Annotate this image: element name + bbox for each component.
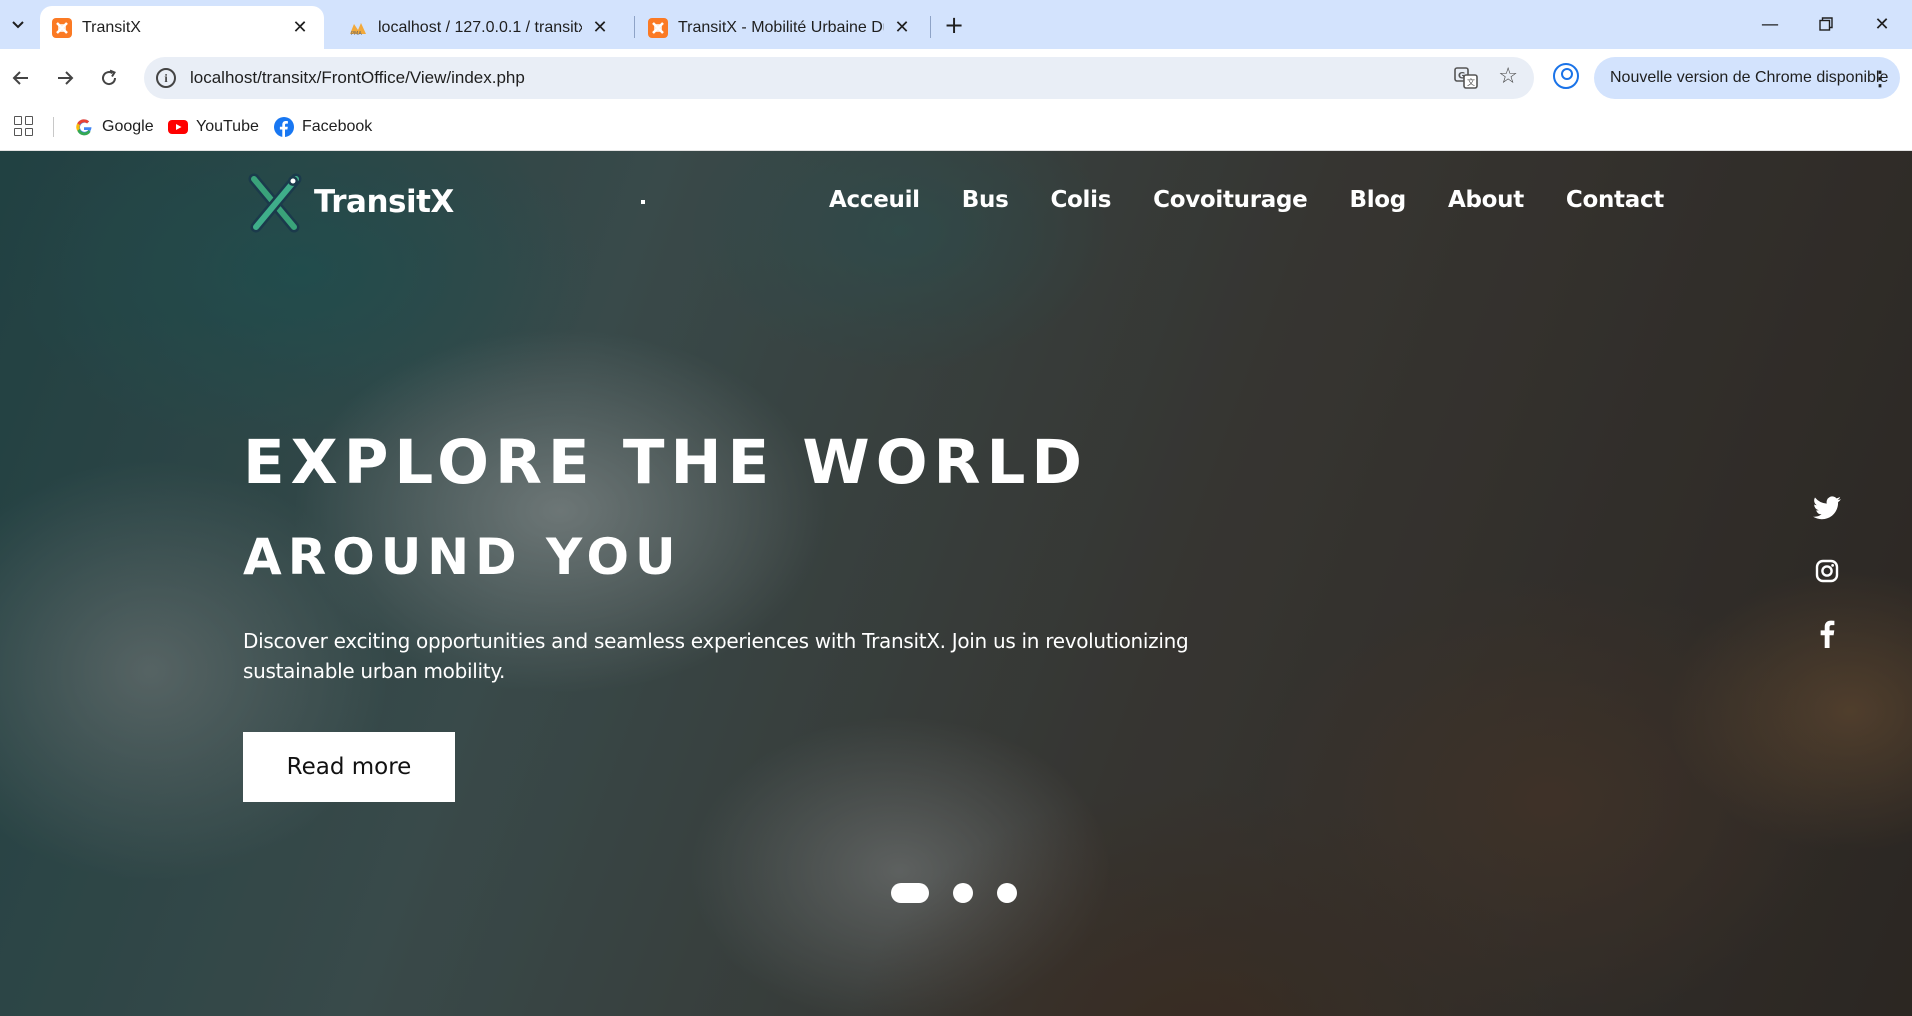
- nav-link-blog[interactable]: Blog: [1349, 187, 1406, 213]
- bookmark-label: Google: [102, 118, 154, 135]
- youtube-icon: [168, 117, 188, 137]
- bookmark-label: Facebook: [302, 118, 373, 135]
- transitx-logo-icon: [248, 173, 302, 233]
- slider-dot-2[interactable]: [953, 883, 973, 903]
- brand-link[interactable]: TransitX: [244, 171, 454, 233]
- address-bar[interactable]: i localhost/transitx/FrontOffice/View/in…: [144, 57, 1534, 99]
- tab-close-icon[interactable]: ✕: [892, 17, 912, 38]
- bookmark-star-icon[interactable]: ☆: [1498, 64, 1518, 89]
- forward-icon[interactable]: [50, 63, 80, 93]
- nav-link-covoiturage[interactable]: Covoiturage: [1153, 187, 1308, 213]
- tab-search-chevron-icon[interactable]: [6, 12, 30, 36]
- hero-title: EXPLORE THE WORLD: [243, 427, 1089, 498]
- slider-dot-3[interactable]: [997, 883, 1017, 903]
- hero-section: TransitX Acceuil Bus Colis Covoiturage B…: [0, 151, 1912, 1016]
- bookmarks-bar: Google YouTube Facebook: [0, 107, 1912, 151]
- tab-phpmyadmin[interactable]: PMA localhost / 127.0.0.1 / transitx / ✕: [336, 6, 624, 49]
- minimize-icon[interactable]: —: [1750, 10, 1790, 38]
- brand-name: TransitX: [314, 184, 454, 220]
- tab-transitx-mobilite[interactable]: TransitX - Mobilité Urbaine Dur ✕: [636, 6, 926, 49]
- slider-dots: [891, 883, 1017, 903]
- bookmark-separator: [53, 117, 54, 137]
- profile-icon[interactable]: [1553, 63, 1579, 89]
- main-nav: Acceuil Bus Colis Covoiturage Blog About…: [787, 187, 1664, 213]
- bookmark-label: YouTube: [196, 118, 259, 135]
- svg-text:PMA: PMA: [351, 31, 362, 36]
- bookmark-youtube[interactable]: YouTube: [168, 115, 259, 139]
- tab-strip: TransitX ✕ PMA localhost / 127.0.0.1 / t…: [0, 0, 1912, 49]
- xampp-icon: [648, 17, 668, 38]
- restore-icon[interactable]: [1806, 10, 1846, 38]
- url-text[interactable]: localhost/transitx/FrontOffice/View/inde…: [190, 68, 525, 88]
- facebook-icon: [274, 117, 294, 137]
- update-label: Nouvelle version de Chrome disponible: [1610, 69, 1889, 86]
- tab-separator: [634, 16, 635, 38]
- instagram-icon[interactable]: [1812, 556, 1842, 586]
- nav-link-acceuil[interactable]: Acceuil: [829, 187, 920, 213]
- close-window-icon[interactable]: ✕: [1862, 10, 1902, 38]
- twitter-icon[interactable]: [1812, 493, 1842, 523]
- xampp-icon: [52, 17, 72, 38]
- tab-separator: [930, 16, 931, 38]
- new-tab-button[interactable]: +: [940, 12, 968, 40]
- tab-transitx[interactable]: TransitX ✕: [40, 6, 324, 49]
- decorative-dot: [641, 200, 645, 204]
- read-more-button[interactable]: Read more: [243, 732, 455, 802]
- tab-title: TransitX: [82, 18, 141, 36]
- nav-link-about[interactable]: About: [1448, 187, 1524, 213]
- back-icon[interactable]: [6, 63, 36, 93]
- bookmark-facebook[interactable]: Facebook: [274, 115, 372, 139]
- apps-grid-icon[interactable]: [14, 116, 34, 136]
- reload-icon[interactable]: [94, 63, 124, 93]
- translate-icon[interactable]: G文: [1454, 67, 1478, 89]
- nav-link-contact[interactable]: Contact: [1566, 187, 1664, 213]
- tab-close-icon[interactable]: ✕: [590, 17, 610, 38]
- facebook-icon[interactable]: [1812, 619, 1842, 649]
- slider-dot-1[interactable]: [891, 883, 929, 903]
- google-icon: [74, 117, 94, 137]
- nav-link-bus[interactable]: Bus: [962, 187, 1009, 213]
- tab-close-icon[interactable]: ✕: [290, 17, 310, 38]
- bookmark-google[interactable]: Google: [74, 115, 154, 139]
- chrome-update-button[interactable]: Nouvelle version de Chrome disponible ⋮: [1594, 57, 1900, 99]
- site-info-icon[interactable]: i: [156, 68, 176, 88]
- nav-link-colis[interactable]: Colis: [1050, 187, 1111, 213]
- menu-kebab-icon[interactable]: ⋮: [1870, 66, 1890, 91]
- browser-toolbar: i localhost/transitx/FrontOffice/View/in…: [0, 49, 1912, 107]
- svg-text:文: 文: [1467, 77, 1475, 87]
- tab-title: localhost / 127.0.0.1 / transitx /: [378, 18, 582, 36]
- tab-title: TransitX - Mobilité Urbaine Dur: [678, 18, 884, 36]
- phpmyadmin-icon: PMA: [348, 18, 368, 38]
- hero-description: Discover exciting opportunities and seam…: [243, 629, 1189, 683]
- hero-subtitle: AROUND YOU: [243, 528, 682, 586]
